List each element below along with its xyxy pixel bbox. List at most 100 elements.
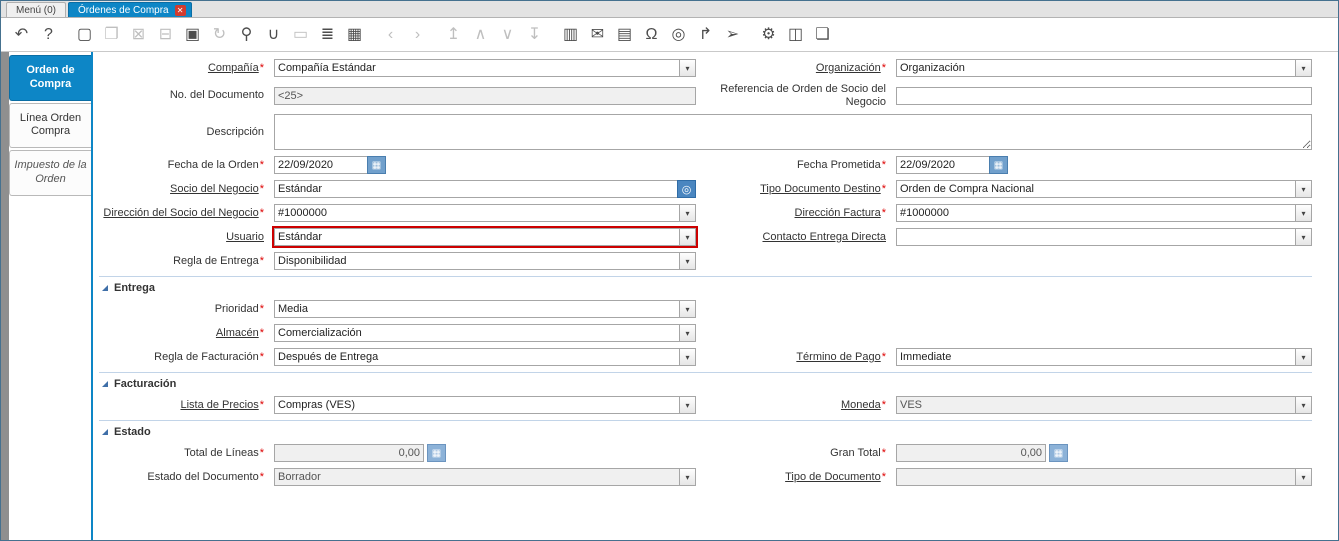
required-marker: * <box>259 182 264 195</box>
contacto-input[interactable] <box>896 228 1295 247</box>
delete-selection-icon: ⊟ <box>158 25 173 43</box>
direccion-socio-input[interactable] <box>274 204 679 223</box>
close-tab-icon[interactable]: ✕ <box>174 5 186 16</box>
usuario-dropdown-button[interactable]: ▾ <box>679 228 696 247</box>
lock-icon[interactable]: Ω <box>641 24 662 46</box>
fecha-orden-input[interactable] <box>274 156 367 175</box>
tipo-documento-label[interactable]: Tipo de Documento* <box>703 471 889 484</box>
total-lineas-calculator-button[interactable]: ▦ <box>427 444 446 463</box>
save-icon[interactable]: ▣ <box>182 24 203 46</box>
direccion-socio-dropdown-button[interactable]: ▾ <box>679 204 696 223</box>
required-marker: * <box>259 350 264 363</box>
direccion-factura-dropdown-button[interactable]: ▾ <box>1295 204 1312 223</box>
lista-precios-label[interactable]: Lista de Precios* <box>99 399 267 412</box>
section-estado-header[interactable]: Estado <box>102 426 1312 438</box>
section-entrega-title: Entrega <box>114 282 155 295</box>
moneda-label[interactable]: Moneda* <box>703 399 889 412</box>
usuario-input[interactable] <box>274 228 679 247</box>
almacen-label[interactable]: Almacén* <box>99 327 267 340</box>
tipo-documento-combo: ▾ <box>896 468 1312 487</box>
tipo-doc-destino-input[interactable] <box>896 180 1295 199</box>
organizacion-dropdown-button[interactable]: ▾ <box>1295 59 1312 77</box>
sidebar-tabs: Orden de Compra Línea Orden Compra Impue… <box>9 52 91 540</box>
required-marker: * <box>259 254 264 267</box>
product-info-icon[interactable]: ◫ <box>785 24 806 46</box>
regla-facturacion-dropdown-button[interactable]: ▾ <box>679 348 696 367</box>
refresh-icon: ↻ <box>212 25 227 43</box>
regla-facturacion-input[interactable] <box>274 348 679 367</box>
almacen-dropdown-button[interactable]: ▾ <box>679 324 696 343</box>
fecha-prometida-input[interactable] <box>896 156 989 175</box>
zoom-across-icon[interactable]: ◎ <box>668 24 689 46</box>
print-icon[interactable]: ▤ <box>614 24 635 46</box>
calendar-icon[interactable]: ▦ <box>344 24 365 46</box>
gran-total-calculator-button[interactable]: ▦ <box>1049 444 1068 463</box>
delete-record-icon: ⊠ <box>131 25 146 43</box>
regla-entrega-dropdown-button[interactable]: ▾ <box>679 252 696 271</box>
form-content: Compañía* ▾ Organización* ▾ No. del Docu… <box>91 52 1338 540</box>
fecha-orden-calendar-button[interactable]: ▦ <box>367 156 386 175</box>
referencia-input[interactable] <box>896 86 1312 105</box>
sidebar-tab-linea-orden-compra[interactable]: Línea Orden Compra <box>9 102 91 148</box>
send-mail-icon[interactable]: ➢ <box>722 24 743 46</box>
fecha-prometida-calendar-button[interactable]: ▦ <box>989 156 1008 175</box>
undo-icon[interactable]: ↶ <box>11 24 32 46</box>
archive-icon[interactable]: ✉ <box>587 24 608 46</box>
contacto-label[interactable]: Contacto Entrega Directa <box>703 231 889 244</box>
tab-menu[interactable]: Menú (0) <box>6 2 67 17</box>
required-marker: * <box>259 446 264 459</box>
previous-record-icon: ‹ <box>387 25 394 43</box>
sidebar-tab-impuesto-de-la-orden[interactable]: Impuesto de la Orden <box>9 150 91 196</box>
first-record-icon: ↥ <box>446 25 461 43</box>
tipo-documento-input <box>896 468 1295 487</box>
compania-label[interactable]: Compañía* <box>99 62 267 75</box>
tipo-doc-destino-dropdown-button[interactable]: ▾ <box>1295 180 1312 199</box>
termino-pago-input[interactable] <box>896 348 1295 367</box>
find-icon[interactable]: ⚲ <box>236 24 257 46</box>
new-record-icon[interactable]: ▢ <box>74 24 95 46</box>
direccion-factura-label[interactable]: Dirección Factura* <box>703 207 889 220</box>
compania-dropdown-button[interactable]: ▾ <box>679 59 696 77</box>
direccion-socio-label[interactable]: Dirección del Socio del Negocio* <box>99 207 267 220</box>
socio-search-button[interactable]: ◎ <box>677 180 696 199</box>
section-facturacion-header[interactable]: Facturación <box>102 378 1312 390</box>
workflow-icon[interactable]: ↱ <box>695 24 716 46</box>
estado-documento-dropdown-button[interactable]: ▾ <box>679 468 696 487</box>
help-icon[interactable]: ? <box>38 24 59 46</box>
termino-pago-label[interactable]: Término de Pago* <box>703 351 889 364</box>
detail-record-icon: ∨ <box>501 25 514 43</box>
preference-icon[interactable]: ⚙ <box>758 24 779 46</box>
compania-input[interactable] <box>274 59 679 77</box>
contacto-combo: ▾ <box>896 228 1312 247</box>
section-estado: Estado Total de Líneas* ▦ Gran Total* ▦ <box>99 420 1312 487</box>
organizacion-input[interactable] <box>896 59 1295 77</box>
organizacion-label[interactable]: Organización* <box>703 62 889 75</box>
calculator-icon: ▦ <box>431 447 442 459</box>
required-marker: * <box>259 158 264 171</box>
window-customization-icon[interactable]: ❏ <box>812 24 833 46</box>
direccion-factura-input[interactable] <box>896 204 1295 223</box>
lista-precios-input[interactable] <box>274 396 679 415</box>
record-info-icon[interactable]: ≣ <box>317 24 338 46</box>
prioridad-input[interactable] <box>274 300 679 319</box>
lista-precios-combo: ▾ <box>274 396 696 415</box>
section-facturacion: Facturación Lista de Precios* ▾ Moneda* … <box>99 372 1312 415</box>
regla-entrega-input[interactable] <box>274 252 679 271</box>
section-collapse-icon <box>102 285 108 292</box>
tipo-doc-destino-label[interactable]: Tipo Documento Destino* <box>703 183 889 196</box>
contacto-dropdown-button[interactable]: ▾ <box>1295 228 1312 247</box>
tab-ordenes-label: Órdenes de Compra <box>78 5 169 16</box>
termino-pago-dropdown-button[interactable]: ▾ <box>1295 348 1312 367</box>
attachment-icon[interactable]: ∪ <box>263 24 284 46</box>
lista-precios-dropdown-button[interactable]: ▾ <box>679 396 696 415</box>
tab-ordenes-de-compra[interactable]: Órdenes de Compra ✕ <box>68 2 192 17</box>
section-entrega-header[interactable]: Entrega <box>102 282 1312 294</box>
socio-input[interactable] <box>274 180 677 199</box>
usuario-label[interactable]: Usuario <box>99 231 267 244</box>
almacen-input[interactable] <box>274 324 679 343</box>
descripcion-textarea[interactable] <box>274 114 1312 151</box>
sidebar-tab-orden-de-compra[interactable]: Orden de Compra <box>9 55 91 101</box>
socio-label[interactable]: Socio del Negocio* <box>99 183 267 196</box>
report-icon[interactable]: ▥ <box>560 24 581 46</box>
prioridad-dropdown-button[interactable]: ▾ <box>679 300 696 319</box>
